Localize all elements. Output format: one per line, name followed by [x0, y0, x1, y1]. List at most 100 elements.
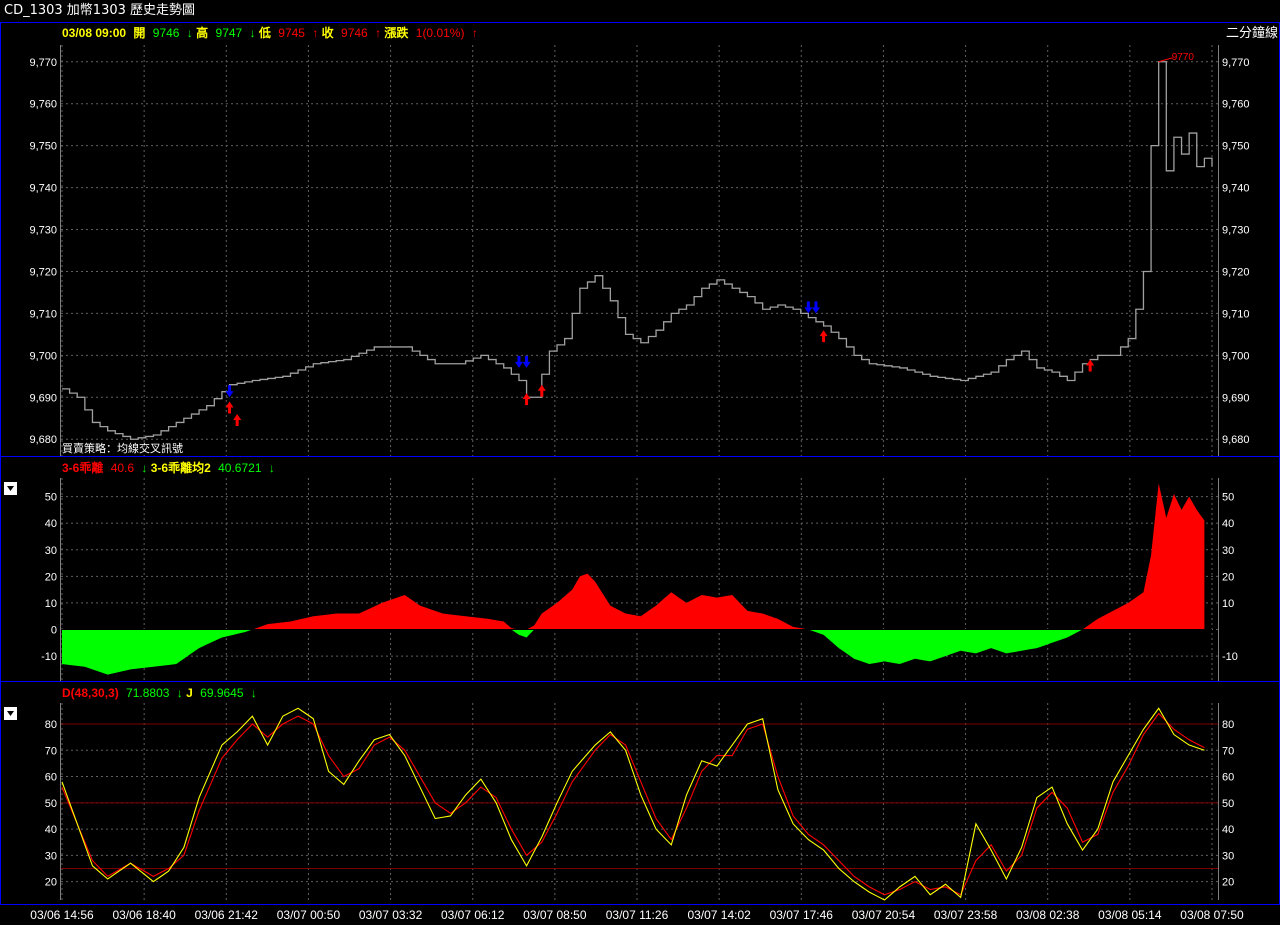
- legend-low-arrow: ↑: [312, 26, 318, 40]
- buy-signal-arrow: [233, 414, 242, 427]
- y-tick-label-left: 9,710: [29, 308, 57, 320]
- bias-collapse-button[interactable]: [4, 482, 17, 495]
- y-tick-label-right: 50: [1222, 492, 1234, 504]
- y-tick-label-left: 0: [51, 625, 57, 637]
- y-tick-label-left: 9,750: [29, 141, 57, 153]
- peak-label: 9770: [1172, 52, 1195, 63]
- kd-legend: D(48,30,3) 71.8803 ↓ J 69.9645 ↓: [62, 686, 257, 700]
- y-tick-label-right: 9,740: [1222, 183, 1250, 195]
- buy-signal-arrow: [1086, 359, 1095, 372]
- y-tick-label-right: 60: [1222, 772, 1234, 784]
- y-tick-label-right: 9,770: [1222, 57, 1250, 69]
- x-tick-label: 03/07 20:54: [852, 908, 916, 922]
- buy-signal-arrow: [537, 384, 546, 397]
- y-tick-label-right: 30: [1222, 850, 1234, 862]
- y-tick-label-left: 9,770: [29, 57, 57, 69]
- legend-low-value: 9745: [278, 26, 305, 40]
- period-label: 二分鐘線: [1226, 25, 1278, 40]
- y-tick-label-right: 10: [1222, 598, 1234, 610]
- kd-d-line: [61, 712, 1205, 896]
- x-tick-label: 03/06 14:56: [30, 908, 94, 922]
- bias-legend: 3-6乖離 40.6 ↓ 3-6乖離均2 40.6721 ↓: [62, 460, 275, 475]
- buy-signal-arrow: [522, 393, 531, 406]
- x-tick-label: 03/06 21:42: [195, 908, 259, 922]
- bias-arrow1: ↓: [141, 461, 147, 475]
- x-tick-label: 03/06 18:40: [112, 908, 176, 922]
- legend-close-label: 收: [322, 25, 334, 40]
- y-tick-label-right: 9,690: [1222, 392, 1250, 404]
- kd-value1: 71.8803: [126, 686, 170, 700]
- x-tick-label: 03/08 07:50: [1180, 908, 1244, 922]
- kd-j-line: [61, 707, 1205, 901]
- legend-open-label: 開: [133, 26, 145, 40]
- x-tick-label: 03/07 11:26: [606, 908, 669, 922]
- y-tick-label-left: -10: [41, 651, 57, 663]
- y-tick-label-right: 40: [1222, 824, 1234, 836]
- kd-name1: D(48,30,3): [62, 686, 119, 700]
- sell-signal-arrow: [522, 355, 531, 368]
- legend-high-arrow: ↓: [250, 26, 256, 40]
- y-tick-label-left: 50: [45, 798, 57, 810]
- legend-close-value: 9746: [341, 26, 368, 40]
- legend-high-value: 9747: [216, 26, 243, 40]
- y-tick-label-right: 30: [1222, 545, 1234, 557]
- y-tick-label-right: 20: [1222, 571, 1234, 583]
- x-tick-label: 03/07 03:32: [359, 908, 423, 922]
- x-tick-label: 03/08 05:14: [1098, 908, 1162, 922]
- bias-positive-area: [62, 483, 1205, 630]
- y-tick-label-right: 9,720: [1222, 266, 1250, 278]
- legend-change-arrow: ↑: [472, 26, 478, 40]
- y-tick-label-left: 9,700: [29, 350, 57, 362]
- strategy-label: 買賣策略：均線交叉訊號: [62, 441, 183, 455]
- y-tick-label-left: 60: [45, 772, 57, 784]
- bias-arrow2: ↓: [269, 461, 275, 475]
- legend-datetime: 03/08 09:00: [62, 26, 126, 40]
- x-tick-label: 03/07 23:58: [934, 908, 998, 922]
- y-tick-label-right: 70: [1222, 745, 1234, 757]
- x-tick-label: 03/08 02:38: [1016, 908, 1080, 922]
- x-tick-label: 03/07 08:50: [523, 908, 587, 922]
- legend-open-value: 9746: [153, 26, 180, 40]
- legend-low-label: 低: [258, 25, 271, 40]
- y-tick-label-right: 40: [1222, 518, 1234, 530]
- legend-high-label: 高: [196, 25, 208, 40]
- legend-change-label: 漲跌: [384, 25, 409, 40]
- y-tick-label-left: 9,680: [29, 434, 57, 446]
- y-tick-label-left: 70: [45, 745, 57, 757]
- bias-value2: 40.6721: [218, 461, 262, 475]
- y-tick-label-left: 9,740: [29, 183, 57, 195]
- kd-arrow1: ↓: [177, 686, 183, 700]
- y-tick-label-left: 10: [45, 598, 57, 610]
- y-tick-label-right: 80: [1222, 719, 1234, 731]
- y-tick-label-right: 9,760: [1222, 99, 1250, 111]
- y-tick-label-left: 50: [45, 492, 57, 504]
- sell-signal-arrow: [804, 301, 813, 314]
- y-tick-label-right: 9,700: [1222, 350, 1250, 362]
- legend-change-value: 1(0.01%): [416, 26, 465, 40]
- kd-collapse-button[interactable]: [4, 707, 17, 720]
- x-tick-label: 03/07 00:50: [277, 908, 341, 922]
- y-tick-label-right: 20: [1222, 877, 1234, 889]
- y-tick-label-left: 9,720: [29, 266, 57, 278]
- kd-series-layer: [61, 707, 1218, 901]
- y-tick-label-left: 9,730: [29, 225, 57, 237]
- y-tick-label-right: -10: [1222, 651, 1238, 663]
- bias-value1: 40.6: [111, 461, 135, 475]
- y-tick-label-left: 30: [45, 850, 57, 862]
- y-tick-label-right: 9,730: [1222, 225, 1250, 237]
- chart-canvas: 9770 9,680 9,680 9,690 9,690 9,700 9,700 9,710…: [0, 22, 1280, 922]
- sell-signal-arrow: [811, 301, 820, 314]
- y-tick-label-left: 20: [45, 571, 57, 583]
- bias-name1: 3-6乖離: [62, 460, 103, 475]
- y-tick-label-right: 50: [1222, 798, 1234, 810]
- y-tick-label-right: 9,680: [1222, 434, 1250, 446]
- y-tick-label-left: 9,690: [29, 392, 57, 404]
- bias-name2: 3-6乖離均2: [151, 460, 211, 475]
- x-tick-label: 03/07 14:02: [687, 908, 751, 922]
- y-tick-label-left: 9,760: [29, 99, 57, 111]
- y-tick-label-left: 20: [45, 877, 57, 889]
- kd-name2: J: [186, 686, 193, 700]
- y-tick-label-left: 40: [45, 824, 57, 836]
- x-tick-label: 03/07 17:46: [770, 908, 834, 922]
- legend-close-arrow: ↑: [375, 26, 381, 40]
